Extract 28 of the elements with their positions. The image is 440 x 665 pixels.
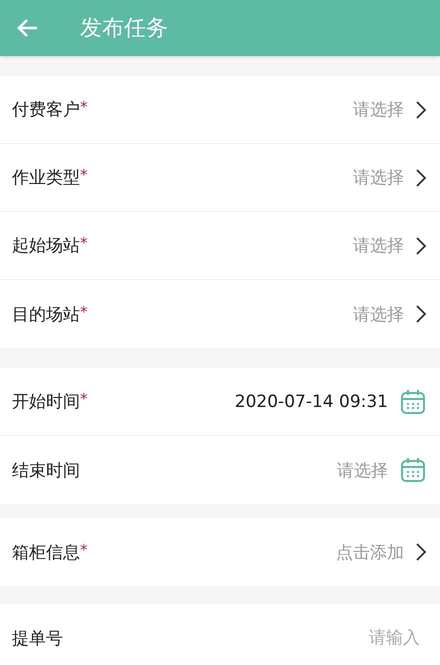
chevron-right-icon xyxy=(416,305,426,323)
calendar-icon xyxy=(400,457,426,483)
field-label: 作业类型* xyxy=(12,166,88,189)
field-label: 开始时间* xyxy=(12,390,88,413)
placeholder-text[interactable]: 点击添加 xyxy=(336,540,404,564)
page-title: 发布任务 xyxy=(80,15,168,43)
field-label: 箱柜信息* xyxy=(12,540,88,564)
field-label: 起始场站* xyxy=(12,234,88,257)
placeholder-text[interactable]: 请选择 xyxy=(353,166,404,189)
field-label: 付费客户* xyxy=(12,98,88,121)
chevron-button[interactable] xyxy=(416,168,426,186)
placeholder-text[interactable]: 请选择 xyxy=(337,458,388,482)
chevron-button[interactable] xyxy=(416,543,426,561)
calendar-icon xyxy=(400,388,426,414)
placeholder-text[interactable]: 请选择 xyxy=(353,98,404,121)
chevron-right-icon xyxy=(416,168,426,186)
placeholder-text[interactable]: 请选择 xyxy=(353,234,404,257)
field-label: 结束时间 xyxy=(12,460,81,482)
field-label: 提单号 xyxy=(12,628,64,650)
chevron-right-icon xyxy=(416,100,426,118)
chevron-right-icon xyxy=(416,543,426,561)
chevron-button[interactable] xyxy=(416,236,426,254)
chevron-right-icon xyxy=(416,236,426,254)
chevron-button[interactable] xyxy=(416,100,426,118)
chevron-button[interactable] xyxy=(416,305,426,323)
field-label: 目的场站* xyxy=(12,302,88,326)
field-value[interactable]: 2020-07-14 09:31 xyxy=(234,392,388,412)
placeholder-text[interactable]: 请选择 xyxy=(353,302,404,326)
